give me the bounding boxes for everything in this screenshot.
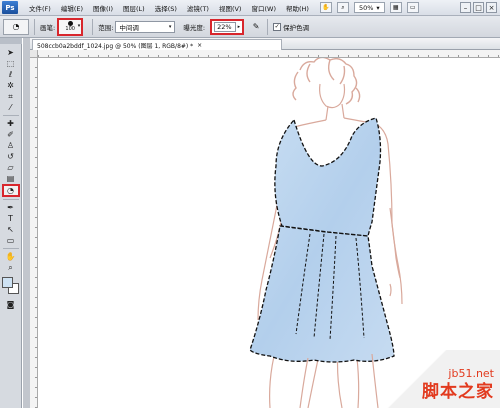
magic-wand-icon[interactable]: ✲	[3, 80, 19, 91]
exposure-input[interactable]: 22%	[214, 21, 236, 32]
chevron-down-icon: ▾	[376, 3, 380, 12]
range-label: 范围:	[98, 23, 114, 32]
divider	[34, 18, 35, 35]
chevron-down-icon: ▾	[77, 22, 81, 29]
zoom-icon[interactable]: ⌕	[3, 262, 19, 273]
arrange-documents-icon[interactable]: ▦	[389, 2, 402, 13]
photoshop-logo-icon[interactable]: Ps	[2, 1, 18, 14]
brush-preset-picker[interactable]: 100 ▾	[57, 17, 84, 36]
horizontal-ruler[interactable]	[38, 50, 500, 58]
range-select[interactable]: 中间调 ▾	[115, 20, 176, 33]
divider	[2, 115, 19, 116]
lasso-icon[interactable]: ℓ	[3, 69, 19, 80]
zoom-level-select[interactable]: 50% ▾	[353, 2, 385, 13]
menu-filter[interactable]: 滤镜(T)	[182, 3, 214, 13]
tool-preset-picker[interactable]: ◔	[3, 18, 29, 35]
dodge-icon[interactable]: ◔	[1, 184, 20, 197]
ruler-origin[interactable]	[30, 50, 38, 58]
maximize-icon[interactable]: □	[473, 2, 484, 13]
vertical-ruler[interactable]	[30, 58, 38, 408]
document-tab[interactable]: 508ccb0a2bddf_1024.jpg @ 50% (图层 1, RGB/…	[32, 39, 282, 50]
menu-file[interactable]: 文件(F)	[24, 3, 56, 13]
toolbox: ➤ ⬚ ℓ ✲ ⌗ ⁄ ✚ ✐ ♙ ↺ ▱ ▤ ◔ ✒ T ↖ ▭ ✋ ⌕ ◙	[0, 38, 22, 408]
eyedropper-icon[interactable]: ⁄	[3, 102, 19, 113]
zoom-value: 50%	[358, 3, 374, 12]
quick-mask-icon[interactable]: ◙	[3, 299, 19, 310]
document-tab-bar: 508ccb0a2bddf_1024.jpg @ 50% (图层 1, RGB/…	[30, 38, 500, 50]
history-brush-icon[interactable]: ↺	[3, 151, 19, 162]
eraser-icon[interactable]: ▱	[3, 162, 19, 173]
brush-icon[interactable]: ✐	[3, 129, 19, 140]
divider	[92, 18, 94, 35]
options-bar: ◔ 画笔: 100 ▾ 范围: 中间调 ▾ 曝光度: 22% ▸ ✎ ✓ 保护色…	[0, 16, 500, 38]
close-icon[interactable]: ×	[197, 42, 202, 49]
brush-label: 画笔:	[40, 23, 56, 32]
menu-right-tools: ✋ ⌕ 50% ▾ ▦ ▭	[319, 2, 419, 13]
zoom-tool-icon[interactable]: ⌕	[336, 2, 349, 13]
menu-view[interactable]: 视图(V)	[214, 3, 247, 13]
marquee-icon[interactable]: ⬚	[3, 58, 19, 69]
protect-tones-label: 保护色调	[283, 23, 310, 32]
hand-tool-icon[interactable]: ✋	[319, 2, 332, 13]
path-select-icon[interactable]: ↖	[3, 224, 19, 235]
menu-select[interactable]: 选择(S)	[150, 3, 182, 13]
watermark-name: 脚本之家	[422, 382, 494, 402]
stamp-icon[interactable]: ♙	[3, 140, 19, 151]
hand-icon[interactable]: ✋	[3, 251, 19, 262]
screen-mode-icon[interactable]: ▭	[406, 2, 419, 13]
dress-selection	[249, 117, 395, 363]
move-icon[interactable]: ➤	[3, 47, 19, 58]
menu-edit[interactable]: 编辑(E)	[56, 3, 88, 13]
toolbox-header[interactable]	[0, 38, 22, 44]
protect-tones-checkbox[interactable]: ✓	[273, 22, 282, 31]
hair-sketch	[292, 58, 361, 105]
document-canvas[interactable]: jb51.net 脚本之家	[38, 58, 500, 408]
chevron-down-icon: ▾	[168, 23, 172, 30]
dodge-icon: ◔	[12, 22, 20, 31]
menu-bar: Ps 文件(F) 编辑(E) 图像(I) 图层(L) 选择(S) 滤镜(T) 视…	[0, 0, 500, 16]
foreground-color-swatch[interactable]	[1, 277, 13, 288]
gradient-icon[interactable]: ▤	[3, 173, 19, 184]
menu-window[interactable]: 窗口(W)	[246, 3, 281, 13]
pen-icon[interactable]: ✒	[3, 202, 19, 213]
divider	[2, 248, 19, 249]
panel-gutter	[23, 38, 30, 408]
close-icon[interactable]: ×	[486, 2, 497, 13]
window-controls: – □ ×	[460, 2, 497, 13]
range-value: 中间调	[119, 23, 139, 32]
brush-size-value: 100	[65, 26, 75, 32]
menu-layer[interactable]: 图层(L)	[118, 3, 150, 13]
divider	[2, 199, 19, 200]
color-swatches[interactable]	[1, 277, 20, 295]
exposure-field[interactable]: 22% ▸	[210, 18, 245, 35]
menu-image[interactable]: 图像(I)	[88, 3, 118, 13]
shape-icon[interactable]: ▭	[3, 235, 19, 246]
menu-help[interactable]: 帮助(H)	[281, 3, 314, 13]
minimize-icon[interactable]: –	[460, 2, 471, 13]
slider-arrow-icon[interactable]: ▸	[238, 24, 241, 30]
divider	[267, 18, 269, 35]
exposure-label: 曝光度:	[183, 23, 206, 32]
crop-icon[interactable]: ⌗	[3, 91, 19, 102]
document-title: 508ccb0a2bddf_1024.jpg @ 50% (图层 1, RGB/…	[37, 42, 194, 50]
airbrush-icon[interactable]: ✎	[250, 21, 262, 33]
type-icon[interactable]: T	[3, 213, 19, 224]
healing-icon[interactable]: ✚	[3, 118, 19, 129]
